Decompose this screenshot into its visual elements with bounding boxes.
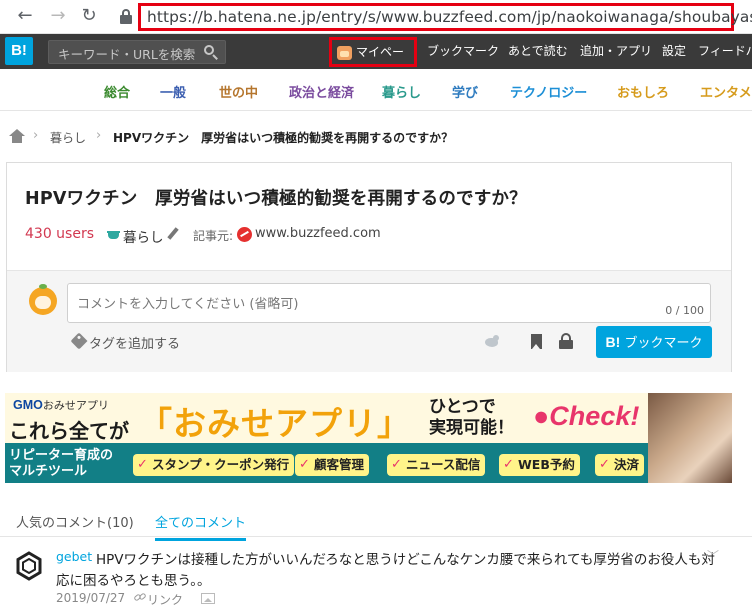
category-technology[interactable]: テクノロジー <box>510 82 587 101</box>
ad-brand-sub: おみせアプリ <box>42 400 109 412</box>
url-text[interactable]: https://b.hatena.ne.jp/entry/s/www.buzzf… <box>147 8 752 26</box>
tag-icon <box>70 332 88 350</box>
ad-subtitle-2: マルチツール <box>9 464 88 479</box>
bookmark-icon[interactable] <box>531 334 542 349</box>
ad-feature-chip: 決済 <box>595 454 645 476</box>
ad-cta: ●Check! <box>533 401 640 431</box>
category-general[interactable]: 総合 <box>104 82 130 101</box>
ad-banner[interactable]: GMOおみせアプリ これら全てが 「おみせアプリ」 ひとつで 実現可能！ ●Ch… <box>5 393 732 483</box>
ad-feature-chip: WEB予約 <box>499 454 580 476</box>
category-learning[interactable]: 学び <box>452 82 478 101</box>
avatar-icon <box>337 46 352 60</box>
ad-subtitle-1: リピーター育成の <box>9 448 114 463</box>
comment-link[interactable]: リンク <box>147 591 183 608</box>
browser-toolbar: ← → ↻ https://b.hatena.ne.jp/entry/s/www… <box>0 0 752 34</box>
tab-popular-comments[interactable]: 人気のコメント(10) <box>16 512 134 531</box>
char-counter: 0 / 100 <box>665 304 704 317</box>
comment-text: HPVワクチンは接種した方がいいんだろなと思うけどこんなケンカ腰で来られても厚労… <box>96 552 715 568</box>
user-avatar <box>29 284 57 315</box>
link-icon <box>133 592 147 603</box>
buzzfeed-favicon-icon <box>237 227 252 242</box>
entry-card: HPVワクチン 厚労省はいつ積極的勧奨を再開するのですか？ 430 users … <box>6 162 732 372</box>
category-entertainment[interactable]: エンタメ <box>700 82 752 101</box>
comment-tabs: 人気のコメント(10) 全てのコメント <box>0 505 752 541</box>
search-input[interactable]: キーワード・URLを検索 <box>48 40 226 64</box>
breadcrumb-category[interactable]: 暮らし <box>50 129 86 146</box>
chevron-down-icon[interactable]: ﹀ <box>707 547 719 564</box>
bookmark-button-label: ブックマーク <box>624 336 703 351</box>
ad-headline: これら全てが <box>9 419 129 443</box>
ad-tagline-2: 実現可能！ <box>429 418 514 438</box>
users-count[interactable]: 430 users <box>25 226 94 242</box>
category-life[interactable]: 暮らし <box>382 82 421 101</box>
nav-read-later[interactable]: あとで読む <box>508 34 568 69</box>
ad-app-name: 「おみせアプリ」 <box>139 404 411 443</box>
comment-input[interactable]: コメントを入力してください (省略可) 0 / 100 <box>67 283 711 323</box>
comment-placeholder: コメントを入力してください (省略可) <box>77 297 299 312</box>
add-tag-link[interactable]: タグを追加する <box>89 333 180 352</box>
nav-bookmark[interactable]: ブックマーク <box>427 34 499 69</box>
search-icon[interactable] <box>204 45 218 60</box>
pencil-icon[interactable] <box>167 227 179 241</box>
bookmark-button-logo: B! <box>605 334 621 350</box>
entry-title[interactable]: HPVワクチン 厚労省はいつ積極的勧奨を再開するのですか？ <box>25 185 527 210</box>
breadcrumb-current: HPVワクチン 厚労省はいつ積極的勧奨を再開するのですか？ <box>113 131 454 145</box>
ad-brand: GMOおみせアプリ <box>13 397 109 413</box>
comment-date[interactable]: 2019/07/27 <box>56 591 125 605</box>
bookmark-form: コメントを入力してください (省略可) 0 / 100 タグを追加する B! ブ… <box>7 270 731 372</box>
ad-feature-chip: 顧客管理 <box>295 454 370 476</box>
home-icon[interactable] <box>9 129 25 143</box>
category-fun[interactable]: おもしろ <box>617 82 669 101</box>
ad-feature-chip: ニュース配信 <box>387 454 486 476</box>
ad-photo <box>648 393 732 483</box>
nav-add-app[interactable]: 追加・アプリ <box>580 34 652 69</box>
ad-brand-gmo: GMO <box>13 398 43 412</box>
ad-subtitle: リピーター育成の マルチツール <box>9 448 113 480</box>
nav-feedback[interactable]: フィードバ <box>698 34 752 69</box>
comment-text-continued: 応に困るやろとも思う。。 <box>56 573 211 589</box>
bookmark-button[interactable]: B! ブックマーク <box>596 326 712 358</box>
ad-feature-chip: スタンプ・クーポン発行 <box>133 454 295 476</box>
ad-tagline-1: ひとつで <box>429 397 496 417</box>
address-bar[interactable]: https://b.hatena.ne.jp/entry/s/www.buzzf… <box>138 3 752 31</box>
search-placeholder: キーワード・URLを検索 <box>58 47 196 62</box>
back-arrow-icon[interactable]: ← <box>14 5 36 27</box>
lock-icon[interactable] <box>120 9 132 24</box>
breadcrumb: › 暮らし › HPVワクチン 厚労省はいつ積極的勧奨を再開するのですか？ <box>0 124 752 150</box>
chevron-right-icon: › <box>33 128 39 143</box>
category-politics[interactable]: 政治と経済 <box>289 82 354 101</box>
entry-category[interactable]: 暮らし <box>123 226 164 246</box>
reload-icon[interactable]: ↻ <box>78 5 100 27</box>
source-label: 記事元: <box>193 229 234 243</box>
forward-arrow-icon[interactable]: → <box>47 5 69 27</box>
lock-icon[interactable] <box>559 333 573 349</box>
user-avatar[interactable] <box>14 551 44 581</box>
hatena-bookmark-logo[interactable]: B! <box>5 37 33 65</box>
teacup-icon <box>107 229 121 239</box>
category-society[interactable]: 世の中 <box>219 82 258 101</box>
comment-username[interactable]: gebet <box>56 549 92 564</box>
nav-mypage[interactable]: マイページ <box>329 37 417 83</box>
site-header: B! キーワード・URLを検索 マイページ ブックマーク あとで読む 追加・アプ… <box>0 34 752 83</box>
chevron-right-icon: › <box>96 128 102 143</box>
image-icon[interactable] <box>201 593 215 604</box>
category-nav: 総合 一般 世の中 政治と経済 暮らし 学び テクノロジー おもしろ エンタメ <box>0 69 752 111</box>
category-ippan[interactable]: 一般 <box>160 82 186 101</box>
source-domain[interactable]: www.buzzfeed.com <box>255 226 381 241</box>
twitter-icon[interactable] <box>483 335 500 349</box>
comment-item: gebet HPVワクチンは接種した方がいいんだろなと思うけどこんなケンカ腰で来… <box>0 537 752 613</box>
hexagon-icon <box>16 551 42 581</box>
nav-settings[interactable]: 設定 <box>662 34 686 69</box>
ad-tagline: ひとつで 実現可能！ <box>429 397 514 439</box>
